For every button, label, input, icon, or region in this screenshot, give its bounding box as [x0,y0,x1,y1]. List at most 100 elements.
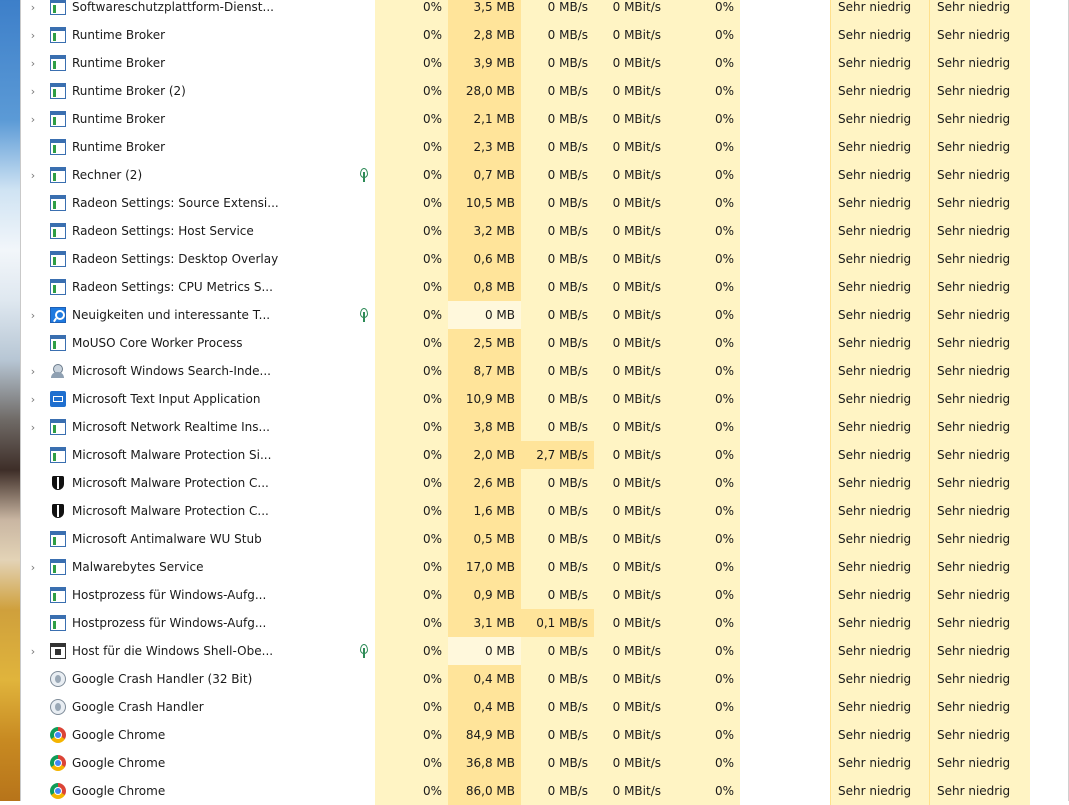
chevron-right-icon[interactable]: › [27,77,39,105]
process-row[interactable]: › Runtime Broker 0% 2,8 MB 0 MB/s 0 MBit/s 0% S… [21,21,1069,49]
process-row[interactable]: Runtime Broker 0% 2,3 MB 0 MB/s 0 MBit/s 0% Se… [21,133,1069,161]
network-value: 0 MBit/s [612,616,661,630]
network-cell: 0 MBit/s [594,105,667,133]
disk-cell: 0 MB/s [521,161,594,189]
power-trend-value: Sehr niedrig [937,112,1011,126]
process-row[interactable]: › Softwareschutzplattform-Dienst... 0% 3,5 … [21,0,1069,21]
power-trend-cell: Sehr niedrig [929,0,1030,21]
process-row[interactable]: Radeon Settings: CPU Metrics S... 0% 0,8 M… [21,273,1069,301]
chevron-right-icon[interactable]: › [27,161,39,189]
network-cell: 0 MBit/s [594,581,667,609]
gpu-value: 0% [714,280,734,294]
process-row[interactable]: Microsoft Malware Protection Si... 0% 2,0 … [21,441,1069,469]
process-row[interactable]: › Malwarebytes Service 0% 17,0 MB 0 MB/s 0 MB… [21,553,1069,581]
power-trend-value: Sehr niedrig [937,0,1011,14]
chevron-right-icon[interactable]: › [27,105,39,133]
memory-cell: 3,5 MB [448,0,521,21]
network-cell: 0 MBit/s [594,413,667,441]
process-row[interactable]: › Runtime Broker 0% 3,9 MB 0 MB/s 0 MBit/s 0% S… [21,49,1069,77]
gpu-value: 0% [714,644,734,658]
disk-value: 0 MB/s [547,84,588,98]
gpu-engine-cell [740,77,830,105]
process-row[interactable]: › Microsoft Network Realtime Ins... 0% 3,8 … [21,413,1069,441]
chevron-right-icon[interactable]: › [27,49,39,77]
window-icon [50,335,66,351]
window-icon [50,447,66,463]
gpu-cell: 0% [667,77,740,105]
network-cell: 0 MBit/s [594,217,667,245]
window-icon [50,279,66,295]
gpu-engine-cell [740,441,830,469]
process-name: Runtime Broker [72,56,166,70]
gpu-engine-cell [740,469,830,497]
power-trend-cell: Sehr niedrig [929,609,1030,637]
process-row[interactable]: Radeon Settings: Desktop Overlay 0% 0,6 MB… [21,245,1069,273]
chevron-right-icon[interactable]: › [27,385,39,413]
cpu-value: 0% [422,28,442,42]
chevron-right-icon[interactable]: › [27,0,39,21]
process-row[interactable]: Google Crash Handler (32 Bit) 0% 0,4 MB 0 M… [21,665,1069,693]
process-row[interactable]: › Runtime Broker (2) 0% 28,0 MB 0 MB/s 0 MBit… [21,77,1069,105]
chevron-right-icon[interactable]: › [27,553,39,581]
disk-cell: 0 MB/s [521,245,594,273]
process-row[interactable]: Radeon Settings: Source Extensi... 0% 10,5… [21,189,1069,217]
process-row[interactable]: › Runtime Broker 0% 2,1 MB 0 MB/s 0 MBit/s 0% S… [21,105,1069,133]
gpu-engine-cell [740,105,830,133]
process-name: Radeon Settings: Desktop Overlay [72,252,279,266]
disk-value: 0 MB/s [547,252,588,266]
process-row[interactable]: Radeon Settings: Host Service 0% 3,2 MB 0 M… [21,217,1069,245]
network-cell: 0 MBit/s [594,77,667,105]
power-trend-cell: Sehr niedrig [929,245,1030,273]
process-row[interactable]: Hostprozess für Windows-Aufg... 0% 3,1 MB 0… [21,609,1069,637]
process-row[interactable]: Google Crash Handler 0% 0,4 MB 0 MB/s 0 MBit… [21,693,1069,721]
process-row[interactable]: › Microsoft Windows Search-Inde... 0% 8,7 M… [21,357,1069,385]
memory-cell: 0,9 MB [448,581,521,609]
disk-value: 0 MB/s [547,0,588,14]
power-trend-value: Sehr niedrig [937,476,1011,490]
network-cell: 0 MBit/s [594,721,667,749]
cpu-value: 0% [422,532,442,546]
process-row[interactable]: Microsoft Malware Protection C... 0% 2,6 M… [21,469,1069,497]
cpu-value: 0% [422,420,442,434]
disk-value: 0 MB/s [547,728,588,742]
process-name: Google Chrome [72,756,166,770]
process-row[interactable]: › Neuigkeiten und interessante T... 0% 0 MB… [21,301,1069,329]
disk-value: 0 MB/s [547,196,588,210]
memory-value: 0 MB [484,644,515,658]
chevron-right-icon[interactable]: › [27,637,39,665]
process-row[interactable]: Google Chrome 0% 84,9 MB 0 MB/s 0 MBit/s 0% Se… [21,721,1069,749]
memory-value: 0,6 MB [473,252,515,266]
power-usage-value: Sehr niedrig [838,224,912,238]
power-usage-cell: Sehr niedrig [830,329,929,357]
process-row[interactable]: MoUSO Core Worker Process 0% 2,5 MB 0 MB/s 0… [21,329,1069,357]
chevron-right-icon[interactable]: › [27,413,39,441]
gpu-value: 0% [714,504,734,518]
power-trend-value: Sehr niedrig [937,392,1011,406]
cpu-cell: 0% [375,161,448,189]
process-row[interactable]: Hostprozess für Windows-Aufg... 0% 0,9 MB 0… [21,581,1069,609]
power-trend-value: Sehr niedrig [937,700,1011,714]
process-row[interactable]: Google Chrome 0% 36,8 MB 0 MB/s 0 MBit/s 0% Se… [21,749,1069,777]
power-usage-value: Sehr niedrig [838,280,912,294]
power-usage-value: Sehr niedrig [838,588,912,602]
cpu-value: 0% [422,756,442,770]
memory-cell: 2,0 MB [448,441,521,469]
process-row[interactable]: › Microsoft Text Input Application 0% 10,9 … [21,385,1069,413]
chevron-right-icon[interactable]: › [27,301,39,329]
gpu-engine-cell [740,245,830,273]
memory-value: 28,0 MB [465,84,515,98]
power-trend-cell: Sehr niedrig [929,693,1030,721]
process-row[interactable]: Microsoft Antimalware WU Stub 0% 0,5 MB 0 M… [21,525,1069,553]
network-value: 0 MBit/s [612,140,661,154]
process-row[interactable]: › Rechner (2) 0% 0,7 MB 0 MB/s 0 MBit/s 0% Sehr… [21,161,1069,189]
power-trend-value: Sehr niedrig [937,280,1011,294]
process-row[interactable]: › Host für die Windows Shell-Obe... 0% 0 MB… [21,637,1069,665]
chevron-right-icon[interactable]: › [27,21,39,49]
eco-mode-leaf-icon [359,308,369,322]
memory-value: 8,7 MB [473,364,515,378]
process-row[interactable]: Microsoft Malware Protection C... 0% 1,6 M… [21,497,1069,525]
network-cell: 0 MBit/s [594,497,667,525]
chevron-right-icon[interactable]: › [27,357,39,385]
eco-mode-leaf-icon [359,168,369,182]
keyboard-icon [50,391,66,407]
